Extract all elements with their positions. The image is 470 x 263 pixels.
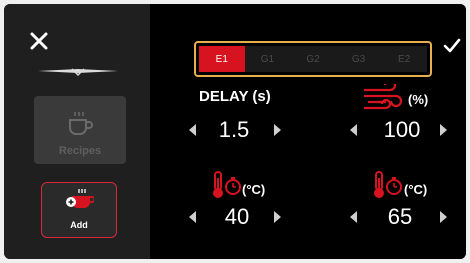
close-icon[interactable]: [28, 30, 50, 52]
temp2-increase-button[interactable]: [440, 211, 447, 223]
airflow-icon: [364, 84, 403, 110]
temp2-unit: (°C): [404, 182, 428, 197]
tab-g2[interactable]: G2: [290, 46, 336, 72]
thermometer-timer-icon: [213, 171, 241, 198]
tab-e1[interactable]: E1: [199, 46, 245, 72]
app-screen: Recipes Add E1 G1 G2 G3 E2 DELAY (s) 1.5 (%): [4, 4, 466, 259]
airflow-increase-button[interactable]: [440, 124, 447, 136]
recipes-label: Recipes: [58, 145, 102, 157]
temp2-value: 65: [387, 204, 413, 229]
delay-increase-button[interactable]: [274, 124, 281, 136]
temp1-unit: (°C): [242, 182, 266, 197]
temp1-increase-button[interactable]: [274, 211, 281, 223]
coffee-cup-icon: [69, 112, 93, 135]
divider-ornament: [38, 68, 118, 77]
tab-g1[interactable]: G1: [244, 46, 291, 72]
tab-g3[interactable]: G3: [335, 46, 382, 72]
airflow-value: 100: [383, 117, 421, 142]
delay-value: 1.5: [218, 117, 250, 142]
sidebar: Recipes Add: [4, 4, 150, 259]
temp2-decrease-button[interactable]: [350, 211, 357, 223]
profile-tabs: E1 G1 G2 G3 E2: [194, 41, 432, 77]
recipes-button[interactable]: Recipes: [34, 96, 126, 164]
tab-e2[interactable]: E2: [381, 46, 427, 72]
temp1-decrease-button[interactable]: [189, 211, 196, 223]
delay-decrease-button[interactable]: [189, 124, 196, 136]
add-recipe-button[interactable]: Add: [41, 182, 117, 238]
thermometer-timer-icon: [374, 171, 402, 198]
airflow-unit: (%): [408, 92, 429, 107]
add-cup-icon: [66, 189, 96, 208]
airflow-decrease-button[interactable]: [350, 124, 357, 136]
add-label: Add: [70, 220, 88, 230]
temp1-value: 40: [224, 204, 250, 229]
confirm-check-icon[interactable]: [442, 36, 462, 56]
delay-title: DELAY (s): [199, 88, 271, 105]
